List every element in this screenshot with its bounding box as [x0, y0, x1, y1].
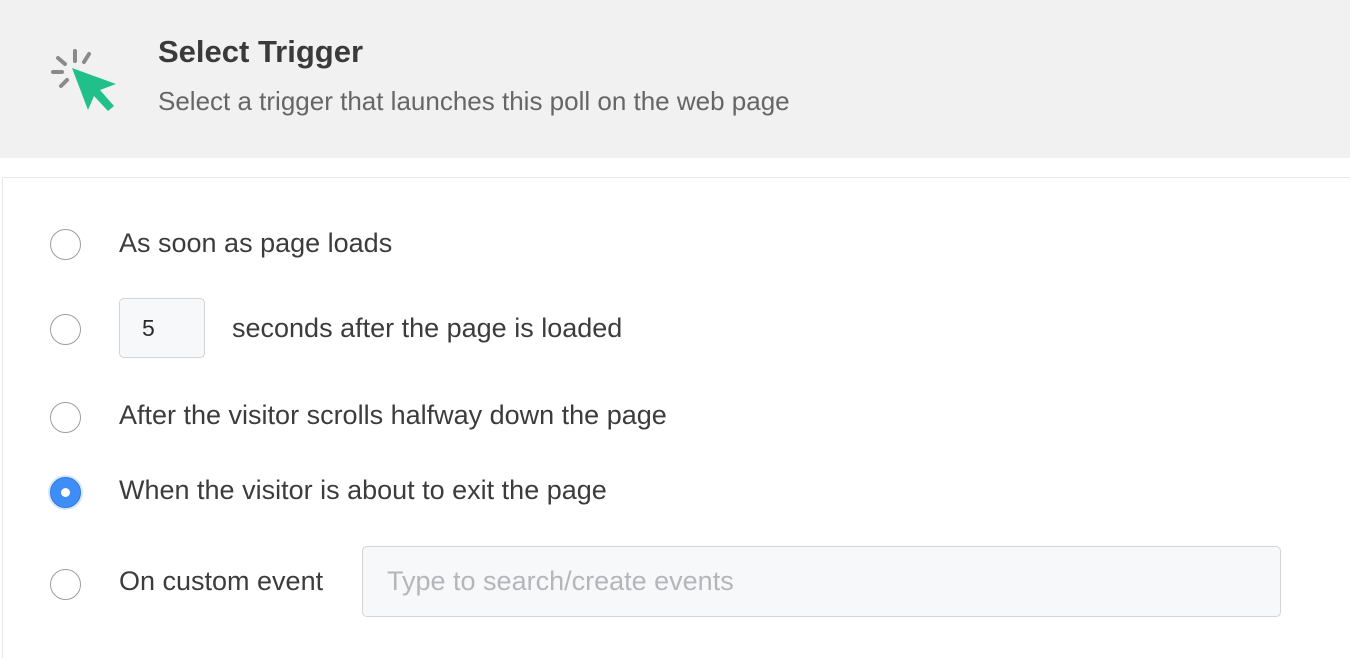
trigger-option-label: On custom event [119, 566, 324, 596]
radio-scroll[interactable] [50, 402, 81, 433]
trigger-option-scroll[interactable]: After the visitor scrolls halfway down t… [3, 386, 1343, 446]
radio-page-load[interactable] [50, 229, 81, 260]
radio-exit-intent[interactable] [50, 477, 81, 508]
trigger-option-label: When the visitor is about to exit the pa… [119, 475, 607, 505]
trigger-option-label: As soon as page loads [119, 228, 393, 258]
radio-delay[interactable] [50, 314, 81, 345]
trigger-option-label: After the visitor scrolls halfway down t… [119, 400, 667, 430]
trigger-option-page-load[interactable]: As soon as page loads [3, 213, 1343, 273]
page-subtitle: Select a trigger that launches this poll… [158, 86, 790, 116]
radio-custom-event[interactable] [50, 569, 81, 600]
trigger-options-panel: As soon as page loads seconds after the … [2, 177, 1350, 658]
trigger-option-custom-event[interactable]: On custom event [3, 546, 1343, 618]
delay-seconds-input[interactable] [119, 298, 205, 358]
trigger-option-label: seconds after the page is loaded [232, 313, 623, 343]
custom-event-search-input[interactable] [362, 546, 1281, 617]
cursor-click-icon [51, 49, 116, 111]
page-title: Select Trigger [158, 34, 364, 69]
trigger-option-exit-intent[interactable]: When the visitor is about to exit the pa… [3, 462, 1343, 522]
trigger-option-delay[interactable]: seconds after the page is loaded [3, 298, 1343, 358]
trigger-header: Select Trigger Select a trigger that lau… [0, 0, 1350, 158]
